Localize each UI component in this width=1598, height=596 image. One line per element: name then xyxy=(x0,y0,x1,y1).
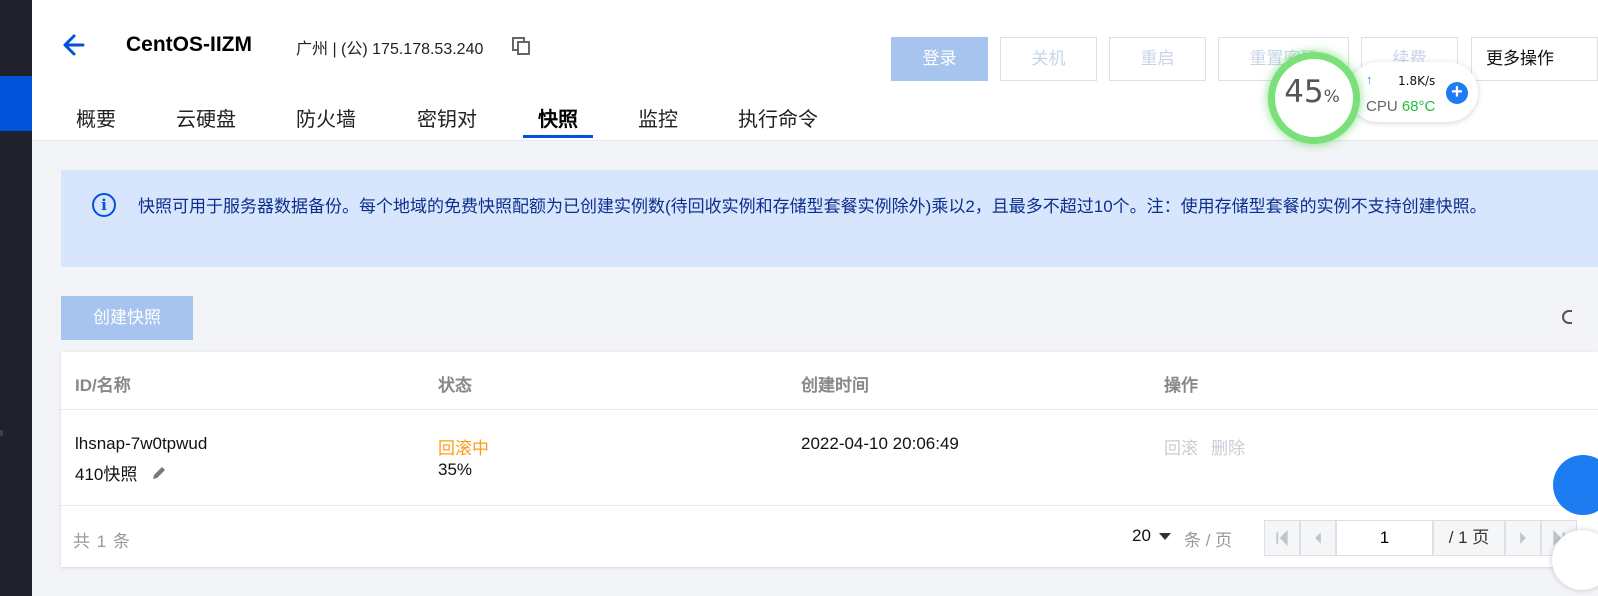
next-page-icon[interactable] xyxy=(1505,520,1541,556)
info-icon: i xyxy=(92,193,116,217)
header-actions: 操作 xyxy=(1164,376,1198,395)
left-nav-bar xyxy=(0,0,32,596)
header-created-time: 创建时间 xyxy=(801,376,869,395)
rollback-progress: 35% xyxy=(438,460,473,479)
status-badge: 回滚中 xyxy=(438,439,489,458)
tab-firewall[interactable]: 防火墙 xyxy=(296,103,356,132)
back-arrow-icon[interactable] xyxy=(60,32,86,58)
edit-pencil-icon[interactable] xyxy=(150,464,168,482)
system-monitor-widget[interactable]: 45% ↑ 1.8K/s CPU 68°C + xyxy=(1268,52,1480,144)
info-notice: i 快照可用于服务器数据备份。每个地域的免费快照配额为已创建实例数(待回收实例和… xyxy=(61,170,1598,267)
chevron-down-icon xyxy=(1158,533,1171,540)
tab-keypair[interactable]: 密钥对 xyxy=(417,103,477,132)
pagination-bar: 共 1 条 20 条 / 页 1 / 1 页 xyxy=(61,506,1598,567)
upload-arrow-icon: ↑ xyxy=(1366,72,1373,87)
snapshot-name: 410快照 xyxy=(75,465,138,484)
page-size-select[interactable]: 20 xyxy=(1132,526,1171,546)
rollback-link[interactable]: 回滚 xyxy=(1164,434,1198,459)
create-snapshot-button[interactable]: 创建快照 xyxy=(61,296,193,340)
tab-overview[interactable]: 概要 xyxy=(76,103,116,132)
table-row: lhsnap-7w0tpwud 410快照 回滚中 35% 2022-04-10… xyxy=(61,410,1598,506)
floating-secondary-button[interactable] xyxy=(1552,530,1598,590)
tab-monitor[interactable]: 监控 xyxy=(638,103,678,132)
table-header: ID/名称 状态 创建时间 操作 xyxy=(61,352,1598,410)
total-pages: / 1 页 xyxy=(1433,520,1505,556)
header-status: 状态 xyxy=(438,376,472,395)
page-number-input[interactable]: 1 xyxy=(1336,520,1433,556)
notice-text: 快照可用于服务器数据备份。每个地域的免费快照配额为已创建实例数(待回收实例和存储… xyxy=(138,197,1487,216)
more-actions-button[interactable]: 更多操作 xyxy=(1471,37,1598,81)
left-nav-marker xyxy=(0,430,3,436)
shutdown-button[interactable]: 关机 xyxy=(1000,37,1097,81)
first-page-icon[interactable] xyxy=(1264,520,1300,556)
tab-snapshot[interactable]: 快照 xyxy=(538,103,578,132)
left-nav-active-item[interactable] xyxy=(0,76,32,131)
region-ip-text: 广州 | (公) 175.178.53.240 xyxy=(296,41,484,58)
instance-title: CentOS-IIZM xyxy=(126,33,252,56)
snapshot-id: lhsnap-7w0tpwud xyxy=(75,434,208,453)
per-page-label: 条 / 页 xyxy=(1184,531,1233,550)
cpu-temperature: CPU 68°C xyxy=(1366,98,1436,115)
snapshot-name-cell: 410快照 xyxy=(75,460,168,485)
usage-percent: 45% xyxy=(1284,74,1340,110)
refresh-icon[interactable] xyxy=(1562,310,1572,324)
header-id-name: ID/名称 xyxy=(75,376,131,395)
tab-cloud-disk[interactable]: 云硬盘 xyxy=(176,103,236,132)
login-button[interactable]: 登录 xyxy=(891,37,988,81)
active-tab-indicator xyxy=(523,135,593,138)
prev-page-icon[interactable] xyxy=(1300,520,1336,556)
created-time: 2022-04-10 20:06:49 xyxy=(801,434,959,453)
delete-link[interactable]: 删除 xyxy=(1211,434,1245,459)
restart-button[interactable]: 重启 xyxy=(1109,37,1206,81)
copy-icon[interactable] xyxy=(512,37,530,55)
total-count: 共 1 条 xyxy=(73,532,131,551)
snapshot-table: ID/名称 状态 创建时间 操作 lhsnap-7w0tpwud 410快照 回… xyxy=(61,352,1598,567)
upload-speed: 1.8K/s xyxy=(1398,74,1436,88)
plus-icon[interactable]: + xyxy=(1446,82,1468,104)
tab-run-command[interactable]: 执行命令 xyxy=(738,103,818,132)
